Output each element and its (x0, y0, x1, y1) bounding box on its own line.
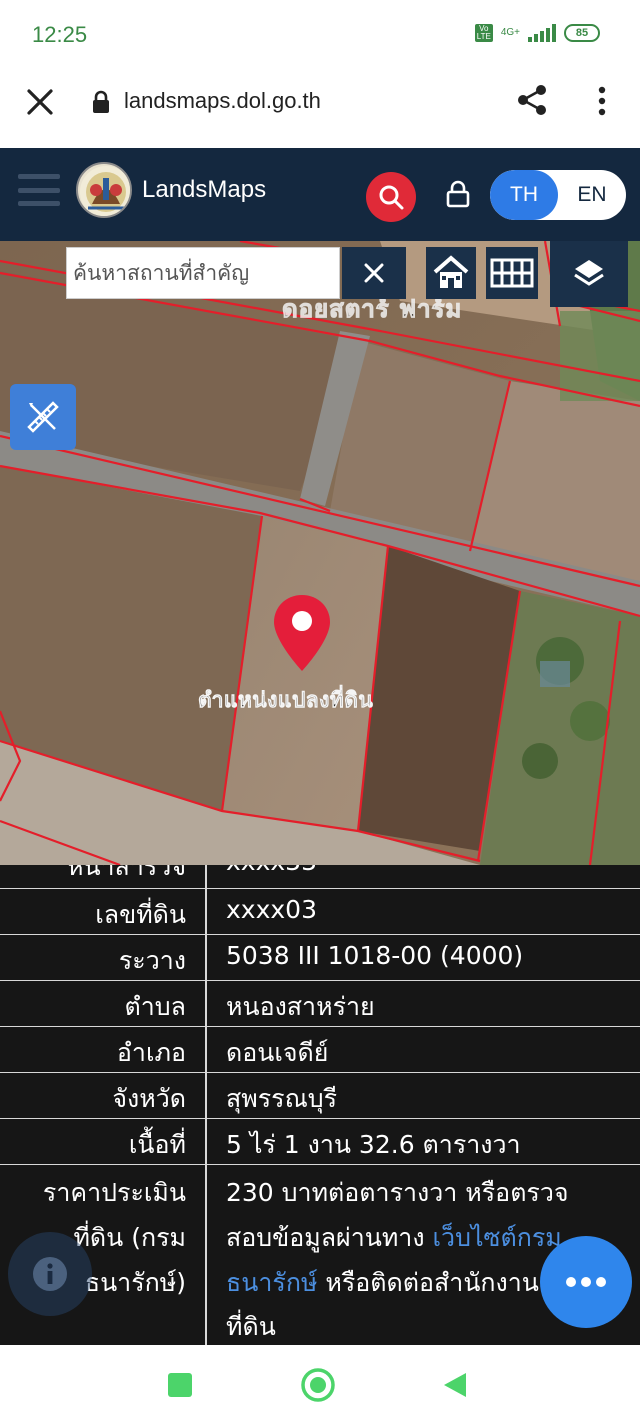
info-icon (33, 1257, 67, 1291)
table-row: เลขที่ดิน xxxx03 (0, 889, 640, 935)
grid-icon (490, 258, 534, 288)
language-toggle: TH EN (490, 170, 626, 220)
table-row: ตำบล หนองสาหร่าย (0, 981, 640, 1027)
lock-icon (93, 90, 109, 113)
row-label: เลขที่ดิน (95, 900, 186, 929)
price-text: หรือติดต่อสำนักงาน (317, 1268, 539, 1297)
row-label: หน้าสำรวจ (66, 865, 186, 881)
close-icon (364, 263, 384, 283)
row-value: xxxx33 (206, 865, 640, 876)
row-label: จังหวัด (112, 1084, 186, 1113)
brand-name: LandsMaps (142, 176, 267, 203)
map-view[interactable]: ดอยสตาร์ ฟาร์ม ค้นหาสถานที่สำคัญ ตำแหน่ง… (0, 241, 640, 865)
system-nav-bar (0, 1345, 640, 1422)
parcel-location-label: ตำแหน่งแปลงที่ดิน (198, 688, 374, 713)
more-horiz-icon (566, 1277, 606, 1287)
more-options-fab[interactable] (540, 1236, 632, 1328)
status-bar: 12:25 Vo LTE 4G+ 85 (0, 0, 640, 72)
status-time: 12:25 (32, 22, 88, 47)
lang-th-button[interactable]: TH (490, 170, 558, 220)
lang-en-button[interactable]: EN (558, 170, 626, 220)
close-icon[interactable] (26, 88, 54, 116)
map-search-clear-button[interactable] (342, 247, 406, 299)
row-label: ระวาง (118, 946, 186, 975)
satellite-map-image (0, 241, 640, 865)
table-row: หน้าสำรวจ xxxx33 (0, 865, 640, 889)
row-value: สุพรรณบุรี (226, 1084, 338, 1113)
app-header: LandsMaps TH EN (0, 148, 640, 241)
more-vert-icon[interactable] (596, 86, 608, 116)
row-value: หนองสาหร่าย (226, 992, 375, 1021)
signal-icon (528, 24, 556, 42)
row-value: 5038 III 1018-00 (4000) (226, 941, 524, 970)
row-label: ตำบล (124, 992, 186, 1021)
login-lock-icon[interactable] (446, 180, 470, 208)
recents-icon[interactable] (168, 1373, 192, 1397)
treasury-website-link-cont[interactable]: ธนารักษ์ (226, 1268, 317, 1297)
info-fab[interactable] (8, 1232, 92, 1316)
search-button[interactable] (366, 172, 416, 222)
home-icon (433, 255, 469, 288)
network-type: 4G+ (500, 27, 520, 38)
row-value: xxxx03 (226, 895, 317, 924)
map-grid-button[interactable] (486, 247, 538, 299)
price-text: สอบข้อมูลผ่านทาง (226, 1223, 433, 1252)
map-search-input[interactable]: ค้นหาสถานที่สำคัญ (66, 247, 340, 299)
battery-icon: 85 (564, 24, 600, 42)
measure-tool-button[interactable] (10, 384, 76, 450)
price-value-line-1: 230 บาทต่อตารางวา หรือตรวจ (226, 1178, 569, 1207)
treasury-website-link[interactable]: เว็บไซต์กรม (433, 1223, 562, 1252)
browser-bar: landsmaps.dol.go.th (0, 72, 640, 148)
share-icon[interactable] (516, 84, 548, 116)
ruler-pencil-icon (27, 401, 59, 433)
table-row: ระวาง 5038 III 1018-00 (4000) (0, 935, 640, 981)
map-home-button[interactable] (426, 247, 476, 299)
back-icon[interactable] (442, 1371, 468, 1399)
layers-icon (574, 260, 604, 286)
volte-icon: Vo LTE (474, 24, 493, 42)
app-root: 12:25 Vo LTE 4G+ 85 landsmaps.dol.go.th (0, 0, 640, 1422)
table-row: อำเภอ ดอนเจดีย์ (0, 1027, 640, 1073)
price-label-line-1: ราคาประเมิน (42, 1178, 186, 1207)
url-text[interactable]: landsmaps.dol.go.th (124, 88, 321, 114)
location-pin-icon[interactable] (272, 593, 332, 673)
menu-icon[interactable] (18, 174, 60, 206)
row-label: เนื้อที่ (128, 1130, 186, 1159)
table-row-price: ราคาประเมิน ที่ดิน (กรม ธนารักษ์) 230 บา… (0, 1165, 640, 1345)
table-row: เนื้อที่ 5 ไร่ 1 งาน 32.6 ตารางวา (0, 1119, 640, 1165)
battery-level: 85 (575, 27, 589, 39)
status-icons: Vo LTE 4G+ 85 (474, 24, 600, 42)
map-layers-button[interactable] (550, 241, 628, 307)
home-nav-icon[interactable] (300, 1367, 336, 1403)
table-row: จังหวัด สุพรรณบุรี (0, 1073, 640, 1119)
row-value: ดอนเจดีย์ (226, 1038, 329, 1067)
row-value: 5 ไร่ 1 งาน 32.6 ตารางวา (226, 1130, 521, 1159)
search-icon (379, 185, 404, 210)
row-label: อำเภอ (116, 1038, 186, 1067)
department-emblem-logo (76, 162, 132, 218)
